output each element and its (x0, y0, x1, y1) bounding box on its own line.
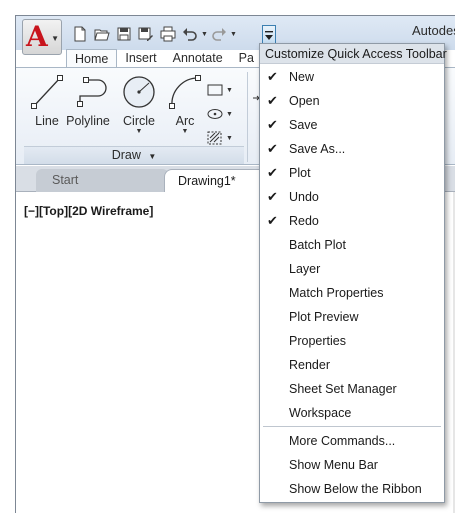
menu-item-show-menu-bar[interactable]: Show Menu Bar (260, 453, 444, 477)
polyline-tool-label: Polyline (66, 114, 110, 128)
tab-start[interactable]: Start (36, 169, 170, 192)
open-icon[interactable] (91, 25, 113, 43)
menu-item-label: Show Menu Bar (289, 458, 378, 472)
tab-insert[interactable]: Insert (117, 49, 164, 68)
chevron-down-icon[interactable]: ▼ (226, 135, 233, 142)
checkmark-icon: ✔ (267, 93, 278, 108)
ellipse-icon (207, 109, 223, 119)
panel-separator (247, 72, 248, 162)
quick-access-toolbar: ▼ ▼ (69, 24, 237, 44)
plot-icon[interactable] (157, 25, 179, 43)
line-icon (31, 75, 63, 109)
menu-item-label: Redo (289, 214, 319, 228)
menu-item-label: Open (289, 94, 320, 108)
hatch-icon (207, 131, 222, 145)
polyline-icon (77, 77, 107, 107)
menu-item-label: Undo (289, 190, 319, 204)
chevron-down-icon[interactable]: ▼ (226, 111, 233, 118)
menu-item-label: More Commands... (289, 434, 396, 448)
ellipse-tool[interactable]: ▼ (206, 102, 233, 126)
menu-item-label: Save As... (289, 142, 346, 156)
chevron-down-icon[interactable]: ▼ (226, 87, 233, 94)
menu-item-label: Properties (289, 334, 346, 348)
menu-item-label: Match Properties (289, 286, 384, 300)
ribbon-tabs: Home Insert Annotate Pa (66, 49, 262, 68)
chevron-down-icon[interactable]: ▼ (168, 128, 202, 136)
menu-item-label: Plot Preview (289, 310, 359, 324)
menu-item-render[interactable]: Render (260, 353, 444, 377)
line-tool-label: Line (35, 114, 59, 128)
draw-small-tools: ▼ ▼ ▼ (206, 78, 233, 150)
customize-qat-menu: Customize Quick Access Toolbar ✔ New ✔ Open… (259, 43, 447, 503)
undo-icon[interactable] (179, 25, 201, 43)
menu-item-label: Batch Plot (289, 238, 346, 252)
tab-drawing1[interactable]: Drawing1* (164, 169, 274, 192)
menu-item-more-commands[interactable]: More Commands... (260, 429, 444, 453)
menu-item-redo[interactable]: ✔ Redo (260, 209, 444, 233)
save-icon[interactable] (113, 25, 135, 43)
menu-item-properties[interactable]: Properties (260, 329, 444, 353)
menu-item-batch-plot[interactable]: Batch Plot (260, 233, 444, 257)
menu-item-undo[interactable]: ✔ Undo (260, 185, 444, 209)
chevron-down-icon: ▼ (51, 34, 59, 43)
menu-item-label: Save (289, 118, 318, 132)
chevron-down-icon (265, 31, 273, 40)
tab-parametric[interactable]: Pa (231, 49, 262, 68)
checkmark-icon: ✔ (267, 189, 278, 204)
menu-item-label: Sheet Set Manager (289, 382, 397, 396)
menu-item-label: Render (289, 358, 330, 372)
undo-dropdown-icon[interactable]: ▼ (201, 25, 208, 43)
circle-icon (123, 76, 155, 108)
menu-item-match-properties[interactable]: Match Properties (260, 281, 444, 305)
circle-tool[interactable]: Circle ▼ (120, 74, 158, 136)
arc-tool-label: Arc (175, 114, 195, 128)
menu-item-open[interactable]: ✔ Open (260, 89, 444, 113)
save-as-icon[interactable] (135, 25, 157, 43)
redo-dropdown-icon[interactable]: ▼ (230, 25, 237, 43)
draw-panel-title[interactable]: Draw ▼ (24, 146, 244, 164)
customize-qat-button[interactable] (262, 25, 276, 45)
menu-item-label: Workspace (289, 406, 352, 420)
window-title: Autodes (412, 23, 455, 38)
menu-item-workspace[interactable]: Workspace (260, 401, 444, 425)
menu-item-save-as[interactable]: ✔ Save As... (260, 137, 444, 161)
tab-home[interactable]: Home (66, 49, 118, 68)
autocad-logo-icon: A (26, 20, 48, 53)
line-tool[interactable]: Line (30, 74, 64, 128)
chevron-down-icon[interactable]: ▼ (120, 128, 158, 136)
rectangle-tool[interactable]: ▼ (206, 78, 233, 102)
menu-item-new[interactable]: ✔ New (260, 65, 444, 89)
menu-item-label: New (289, 70, 315, 84)
new-icon[interactable] (69, 25, 91, 43)
redo-icon[interactable] (208, 25, 230, 43)
checkmark-icon: ✔ (267, 69, 278, 84)
checkmark-icon: ✔ (267, 141, 278, 156)
checkmark-icon: ✔ (267, 213, 278, 228)
menu-item-label: Show Below the Ribbon (289, 482, 422, 496)
menu-divider (263, 426, 441, 427)
menu-item-label: Plot (289, 166, 311, 180)
arc-tool[interactable]: Arc ▼ (168, 74, 202, 136)
menu-item-show-below-the-ribbon[interactable]: Show Below the Ribbon (260, 477, 444, 501)
chevron-down-icon: ▼ (148, 152, 157, 161)
draw-panel-label: Draw (111, 148, 141, 162)
viewport-controls[interactable]: [−][Top][2D Wireframe] (24, 204, 153, 218)
rectangle-icon (207, 84, 223, 96)
checkmark-icon: ✔ (267, 117, 278, 132)
application-menu-button[interactable]: A ▼ (22, 19, 62, 55)
menu-item-plot-preview[interactable]: Plot Preview (260, 305, 444, 329)
menu-item-save[interactable]: ✔ Save (260, 113, 444, 137)
menu-item-layer[interactable]: Layer (260, 257, 444, 281)
menu-item-plot[interactable]: ✔ Plot (260, 161, 444, 185)
checkmark-icon: ✔ (267, 165, 278, 180)
menu-item-sheet-set-manager[interactable]: Sheet Set Manager (260, 377, 444, 401)
arc-icon (169, 75, 201, 109)
menu-header: Customize Quick Access Toolbar (260, 44, 447, 64)
circle-tool-label: Circle (123, 114, 155, 128)
polyline-tool[interactable]: Polyline (66, 74, 110, 128)
tab-annotate[interactable]: Annotate (165, 49, 231, 68)
menu-item-label: Layer (289, 262, 321, 276)
